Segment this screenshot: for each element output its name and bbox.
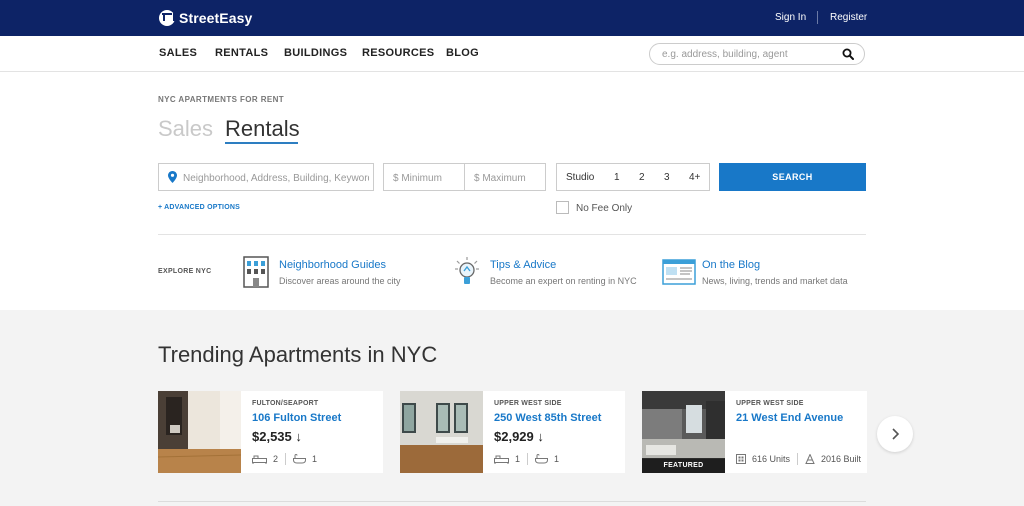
search-icon[interactable] [842,48,854,60]
listing-neighborhood: UPPER WEST SIDE [494,400,562,407]
building-logo-icon [159,10,175,26]
listing-meta: 2 1 [252,453,317,465]
listing-photo [400,391,483,473]
crane-icon [805,454,815,464]
search-button[interactable]: SEARCH [719,163,866,191]
brand-name: StreetEasy [179,10,253,26]
meta-divider [797,453,799,465]
header-divider [817,11,818,24]
featured-badge: FEATURED [642,458,725,473]
min-price-field [383,163,465,191]
listing-price: $2,535 ↓ [252,429,302,444]
sign-in-link[interactable]: Sign In [775,12,806,23]
active-tab-indicator [225,142,298,144]
min-price-input[interactable] [393,171,459,185]
bed-option-3[interactable]: 3 [664,172,670,183]
main-nav: SALES RENTALS BUILDINGS RESOURCES BLOG [0,36,1024,72]
nav-blog[interactable]: BLOG [446,47,479,59]
meta-divider [527,453,529,465]
listing-photo [158,391,241,473]
no-fee-label: No Fee Only [576,203,633,214]
bath-count: 1 [554,454,560,464]
bed-icon [494,455,509,464]
tips-advice-desc: Become an expert on renting in NYC [490,276,637,286]
register-link[interactable]: Register [830,12,867,23]
nav-resources[interactable]: RESOURCES [362,47,434,59]
section-divider [158,501,866,502]
nav-sales[interactable]: SALES [159,47,197,59]
bed-count: 2 [273,454,279,464]
nav-buildings[interactable]: BUILDINGS [284,47,347,59]
carousel-next-button[interactable] [877,416,913,452]
price-drop-arrow-icon: ↓ [295,429,302,444]
map-pin-icon [168,171,177,183]
top-bar: StreetEasy Sign In Register [0,0,1024,36]
listing-neighborhood: UPPER WEST SIDE [736,400,804,407]
listing-address[interactable]: 21 West End Avenue [736,412,843,424]
neighborhood-field [158,163,374,191]
max-price-field [464,163,546,191]
header-search [649,43,865,65]
bed-option-2[interactable]: 2 [639,172,645,183]
on-the-blog-link[interactable]: On the Blog [702,259,760,271]
advanced-options-link[interactable]: + ADVANCED OPTIONS [158,204,240,211]
units-building-icon [736,454,746,464]
streeteasy-logo[interactable]: StreetEasy [159,8,252,28]
trending-title: Trending Apartments in NYC [158,342,438,367]
neighborhood-guides-desc: Discover areas around the city [279,276,401,286]
tab-rentals[interactable]: Rentals [225,116,300,142]
max-price-input[interactable] [474,171,540,185]
tips-advice-link[interactable]: Tips & Advice [490,259,556,271]
explore-label: EXPLORE NYC [158,268,212,275]
bath-icon [535,454,549,464]
bath-icon [293,454,307,464]
listing-neighborhood: FULTON/SEAPORT [252,400,319,407]
bedroom-selector: Studio 1 2 3 4+ [556,163,710,191]
bed-option-1[interactable]: 1 [614,172,620,183]
page-kicker: NYC APARTMENTS FOR RENT [158,95,285,104]
bed-option-4-plus[interactable]: 4+ [689,172,700,183]
browser-icon [662,259,696,285]
listing-meta: 616 Units 2016 Built [736,453,861,465]
listing-address[interactable]: 250 West 85th Street [494,412,601,424]
listing-price: $2,929 ↓ [494,429,544,444]
listing-card[interactable]: UPPER WEST SIDE 250 West 85th Street $2,… [400,391,625,473]
neighborhood-input[interactable] [183,171,369,185]
unit-count: 616 Units [752,454,791,464]
bed-count: 1 [515,454,521,464]
bed-option-studio[interactable]: Studio [566,172,594,183]
neighborhood-guides-link[interactable]: Neighborhood Guides [279,259,386,271]
price-drop-arrow-icon: ↓ [537,429,544,444]
chevron-right-icon [892,428,900,440]
tab-sales[interactable]: Sales [158,116,213,142]
no-fee-checkbox[interactable] [556,201,569,214]
on-the-blog-desc: News, living, trends and market data [702,276,848,286]
listing-address[interactable]: 106 Fulton Street [252,412,341,424]
building-icon [243,256,269,288]
bath-count: 1 [312,454,318,464]
year-built: 2016 Built [821,454,862,464]
bed-icon [252,455,267,464]
meta-divider [285,453,287,465]
listing-meta: 1 1 [494,453,559,465]
listing-card[interactable]: FULTON/SEAPORT 106 Fulton Street $2,535 … [158,391,383,473]
header-search-input[interactable] [662,47,832,61]
nav-rentals[interactable]: RENTALS [215,47,268,59]
listing-card[interactable]: FEATURED UPPER WEST SIDE 21 West End Ave… [642,391,867,473]
lightbulb-icon [455,257,479,284]
section-divider [158,234,866,235]
